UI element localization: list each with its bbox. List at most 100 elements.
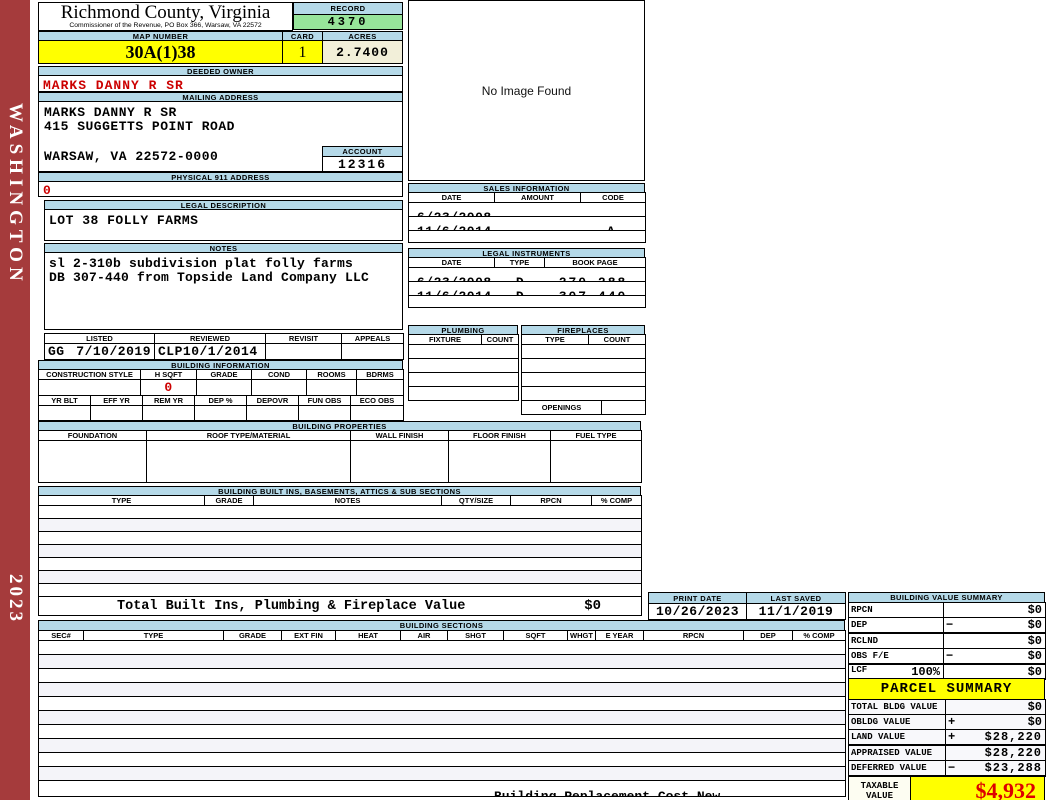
physical-911-value: 0 [38, 181, 403, 197]
col-header: H SQFT [141, 370, 197, 380]
parcel-op: + [946, 730, 958, 744]
col-header: EFF YR [91, 396, 143, 406]
sale-code: A [581, 224, 641, 231]
summary-value: $0 [1028, 603, 1045, 617]
empty-row [39, 571, 642, 584]
mailing-line-2: 415 SUGGETTS POINT ROAD [44, 119, 235, 134]
account-value: 12316 [322, 156, 403, 172]
building-information-table: CONSTRUCTION STYLE H SQFT GRADE COND ROO… [38, 369, 403, 421]
col-header: REVIEWED [155, 334, 266, 344]
instrument-type: D [495, 289, 545, 296]
empty-row [39, 519, 642, 532]
col-header: TYPE [495, 258, 545, 268]
col-header: FLOOR FINISH [449, 431, 551, 441]
empty-row [409, 231, 646, 243]
table-row: 11/6/2014 D 307 440 [409, 282, 646, 296]
legal-instruments-table: DATE TYPE BOOK PAGE 6/23/2008 D 270 288 … [408, 257, 645, 308]
empty-row [39, 545, 642, 558]
empty-row [409, 387, 519, 401]
openings-value [602, 401, 646, 415]
taxable-value-label: TAXABLE VALUE [849, 777, 911, 800]
empty-row [409, 373, 519, 387]
county-title: Richmond County, Virginia [39, 3, 292, 22]
summary-label: DEP [849, 618, 944, 634]
notes-line-1: sl 2-310b subdivision plat folly farms [49, 256, 353, 271]
parcel-value: $0 [1028, 715, 1045, 729]
col-header: DEP % [195, 396, 247, 406]
last-saved-label: LAST SAVED [747, 593, 846, 604]
parcel-row: APPRAISED VALUE $28,220 [849, 745, 1046, 761]
summary-value: $0 [1028, 618, 1045, 632]
empty-row [522, 387, 646, 401]
col-header: FIXTURE [409, 335, 482, 345]
building-sections-title: BUILDING SECTIONS [400, 621, 483, 630]
col-header: AMOUNT [495, 193, 581, 203]
notes-box: sl 2-310b subdivision plat folly farms D… [44, 252, 403, 330]
built-ins-table: TYPE GRADE NOTES QTY/SIZE RPCN % COMP To… [38, 495, 641, 616]
empty-row [39, 697, 846, 711]
col-header: DATE [409, 258, 495, 268]
tax-year: 2023 [4, 574, 26, 624]
legal-description-value: LOT 38 FOLLY FARMS [44, 209, 403, 241]
summary-op: − [944, 649, 956, 663]
sales-header-row: DATE AMOUNT CODE [409, 193, 646, 203]
built-ins-total-label: Total Built Ins, Plumbing & Fireplace Va… [117, 599, 465, 614]
openings-row: OPENINGS [522, 401, 646, 415]
card-value[interactable]: 1 [282, 40, 323, 64]
rooms-value [307, 380, 357, 396]
property-photo-placeholder: No Image Found [408, 0, 645, 181]
parcel-value: $28,220 [985, 730, 1045, 744]
parcel-row: OBLDG VALUE + $0 [849, 715, 1046, 730]
cond-value [252, 380, 307, 396]
instrument-date: 6/23/2008 [417, 275, 492, 282]
sales-information-table: DATE AMOUNT CODE 6/23/2008 11/6/2014 A [408, 192, 645, 243]
col-header: SQFT [504, 631, 568, 641]
col-header: RPCN [644, 631, 744, 641]
summary-op [944, 634, 949, 648]
empty-row [39, 558, 642, 571]
deeded-owner-value: MARKS DANNY R SR [38, 75, 403, 92]
col-header: ROOF TYPE/MATERIAL [147, 431, 351, 441]
empty-row [39, 506, 642, 519]
fireplaces-table: TYPE COUNT OPENINGS [521, 334, 645, 415]
parcel-value: $28,220 [985, 746, 1045, 760]
col-header: DEP [744, 631, 793, 641]
review-value-row: GG 7/10/2019 CLP 10/1/2014 [45, 344, 404, 360]
parcel-row: TOTAL BLDG VALUE $0 [849, 700, 1046, 715]
parcel-op [946, 700, 951, 714]
col-header: NOTES [254, 496, 442, 506]
reviewed-by: CLP [158, 344, 183, 359]
col-header: SEC# [39, 631, 84, 641]
col-header: FUN OBS [299, 396, 351, 406]
building-info-header-row: CONSTRUCTION STYLE H SQFT GRADE COND ROO… [39, 370, 404, 380]
parcel-value: $0 [1028, 700, 1045, 714]
col-header: COUNT [589, 335, 646, 345]
col-header: REVISIT [266, 334, 342, 344]
table-row: 11/6/2014 A [409, 217, 646, 231]
building-sections-header-row: SEC# TYPE GRADE EXT FIN HEAT AIR SHGT SQ… [39, 631, 846, 641]
built-ins-total-value: $0 [584, 598, 601, 614]
col-header: EXT FIN [282, 631, 336, 641]
summary-op: − [944, 618, 956, 632]
empty-row [39, 753, 846, 767]
review-header-row: LISTED REVIEWED REVISIT APPEALS [45, 334, 404, 344]
built-ins-total-row: Total Built Ins, Plumbing & Fireplace Va… [39, 597, 642, 616]
last-saved-value: 11/1/2019 [747, 604, 846, 620]
instrument-book-page: 270 288 [545, 275, 641, 282]
instrument-date: 11/6/2014 [417, 289, 492, 296]
empty-row [522, 373, 646, 387]
empty-row [409, 345, 519, 359]
map-number-value[interactable]: 30A(1)38 [38, 40, 283, 64]
parcel-op: − [946, 761, 958, 775]
appeals-cell [342, 344, 404, 360]
empty-row [39, 641, 846, 655]
col-header: SHGT [448, 631, 504, 641]
print-info-header-row: PRINT DATE LAST SAVED [649, 593, 846, 604]
legal-instruments-header-row: DATE TYPE BOOK PAGE [409, 258, 646, 268]
empty-row [39, 683, 846, 697]
col-header: REM YR [143, 396, 195, 406]
print-date-value: 10/26/2023 [649, 604, 747, 620]
col-header: GRADE [224, 631, 282, 641]
building-sections-footer-row: Building Replacement Cost New [39, 781, 846, 797]
building-value-summary-table: RPCN $0 DEP − $0 RCLND $0 OBS F/E [848, 602, 1045, 680]
